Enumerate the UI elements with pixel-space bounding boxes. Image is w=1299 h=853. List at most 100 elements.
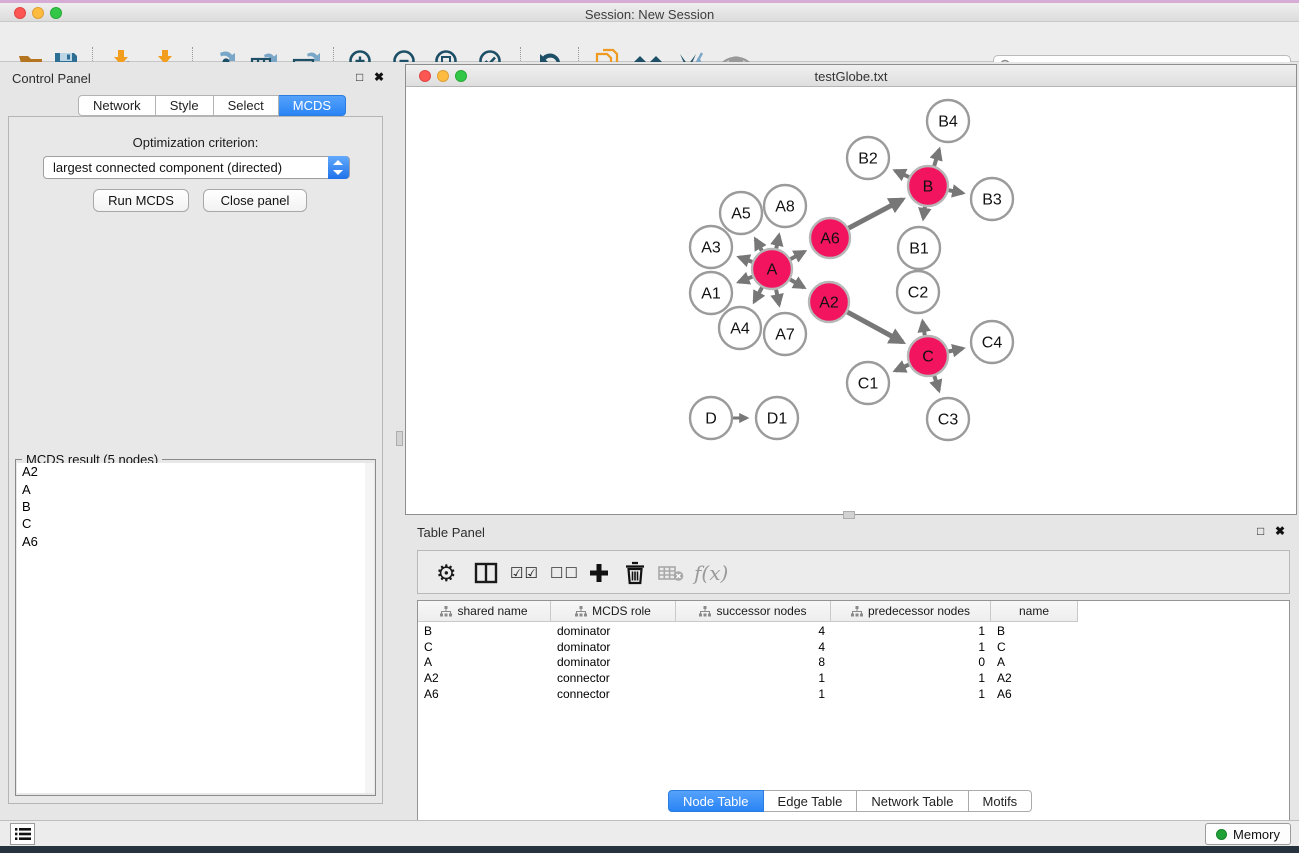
graph-node-B1[interactable]: B1 [898, 227, 940, 269]
tab-style[interactable]: Style [156, 95, 214, 116]
graph-edge-A-A8[interactable] [776, 235, 779, 248]
vertical-splitter-handle[interactable] [396, 431, 403, 446]
tab-network[interactable]: Network [78, 95, 156, 116]
graph-node-C3[interactable]: C3 [927, 398, 969, 440]
table-cell[interactable]: B [991, 624, 1078, 638]
table-cell[interactable]: B [418, 624, 551, 638]
column-header-successor-nodes[interactable]: successor nodes [676, 601, 831, 622]
table-row[interactable]: A6connector11A6 [418, 686, 1289, 702]
graph-edge-B-B2[interactable] [895, 171, 909, 177]
mcds-result-item[interactable]: B [17, 498, 365, 515]
function-builder-icon[interactable]: f(x) [694, 556, 728, 590]
graph-node-A2[interactable]: A2 [809, 282, 849, 322]
tab-edge-table[interactable]: Edge Table [764, 790, 858, 812]
graph-edge-B-B1[interactable] [923, 207, 925, 219]
run-mcds-button[interactable]: Run MCDS [93, 189, 189, 212]
result-scrollbar[interactable] [365, 463, 374, 793]
memory-button[interactable]: Memory [1205, 823, 1291, 845]
table-cell[interactable]: A2 [991, 671, 1078, 685]
graph-node-C4[interactable]: C4 [971, 321, 1013, 363]
graph-edge-A2-C[interactable] [847, 312, 902, 342]
unselect-all-columns-icon[interactable]: ☐☐ [550, 556, 579, 590]
graph-node-A[interactable]: A [752, 249, 792, 289]
table-panel-float-icon[interactable]: □ [1257, 524, 1264, 538]
delete-table-icon[interactable] [624, 556, 646, 590]
table-row[interactable]: A2connector11A2 [418, 670, 1289, 686]
network-window-titlebar[interactable]: testGlobe.txt [406, 65, 1296, 87]
control-panel-close-icon[interactable]: ✖ [374, 70, 384, 84]
graph-node-C1[interactable]: C1 [847, 362, 889, 404]
table-cell[interactable]: 1 [831, 671, 991, 685]
mcds-result-list[interactable]: A2ABCA6 [17, 463, 366, 793]
add-column-icon[interactable] [588, 556, 610, 590]
graph-edge-B-B4[interactable] [934, 150, 939, 166]
graph-node-D1[interactable]: D1 [756, 397, 798, 439]
table-cell[interactable]: 1 [831, 640, 991, 654]
graph-edge-A-A5[interactable] [756, 239, 762, 250]
tab-mcds[interactable]: MCDS [279, 95, 346, 116]
table-cell[interactable]: 4 [676, 640, 831, 654]
graph-edge-C-C4[interactable] [949, 348, 963, 351]
table-cell[interactable]: C [991, 640, 1078, 654]
table-cell[interactable]: A6 [991, 687, 1078, 701]
graph-edge-C-C3[interactable] [934, 376, 939, 390]
table-body[interactable]: Bdominator41BCdominator41CAdominator80AA… [418, 623, 1289, 702]
table-cell[interactable]: connector [551, 687, 676, 701]
table-cell[interactable]: dominator [551, 640, 676, 654]
table-row[interactable]: Cdominator41C [418, 639, 1289, 655]
mcds-result-item[interactable]: A2 [17, 463, 365, 480]
graph-edge-A-A7[interactable] [776, 290, 779, 305]
graph-node-B3[interactable]: B3 [971, 178, 1013, 220]
task-history-button[interactable] [10, 823, 35, 845]
close-panel-button[interactable]: Close panel [203, 189, 307, 212]
table-cell[interactable]: 4 [676, 624, 831, 638]
table-settings-gear-icon[interactable]: ⚙ [436, 556, 457, 590]
graph-node-A8[interactable]: A8 [764, 185, 806, 227]
graph-edge-A-A1[interactable] [739, 277, 753, 282]
table-row[interactable]: Adominator80A [418, 655, 1289, 671]
graph-node-B2[interactable]: B2 [847, 137, 889, 179]
graph-node-A7[interactable]: A7 [764, 313, 806, 355]
table-cell[interactable]: 1 [676, 671, 831, 685]
select-all-columns-icon[interactable]: ☑☑ [510, 556, 539, 590]
graph-node-C[interactable]: C [908, 336, 948, 376]
table-cell[interactable]: A6 [418, 687, 551, 701]
table-cell[interactable]: dominator [551, 624, 676, 638]
column-header-mcds-role[interactable]: MCDS role [551, 601, 676, 622]
table-cell[interactable]: C [418, 640, 551, 654]
table-cell[interactable]: 1 [831, 687, 991, 701]
graph-node-B[interactable]: B [908, 166, 948, 206]
graph-edge-B-B3[interactable] [949, 190, 963, 193]
graph-node-A3[interactable]: A3 [690, 226, 732, 268]
graph-edge-C-C1[interactable] [895, 365, 908, 371]
column-header-shared-name[interactable]: shared name [418, 601, 551, 622]
table-cell[interactable]: A [991, 655, 1078, 669]
table-cell[interactable]: A [418, 655, 551, 669]
table-cell[interactable]: connector [551, 671, 676, 685]
table-cell[interactable]: A2 [418, 671, 551, 685]
column-header-name[interactable]: name [991, 601, 1078, 622]
table-cell[interactable]: 1 [676, 687, 831, 701]
graph-edge-A-A4[interactable] [754, 287, 762, 301]
graph-node-A4[interactable]: A4 [719, 307, 761, 349]
graph-edge-A-A3[interactable] [739, 257, 752, 262]
tab-node-table[interactable]: Node Table [668, 790, 764, 812]
control-panel-float-icon[interactable]: □ [356, 70, 363, 84]
table-row[interactable]: Bdominator41B [418, 623, 1289, 639]
graph-node-B4[interactable]: B4 [927, 100, 969, 142]
mcds-result-item[interactable]: A [17, 480, 365, 497]
graph-edge-C-C2[interactable] [923, 322, 925, 336]
graph-node-A5[interactable]: A5 [720, 192, 762, 234]
graph-node-D[interactable]: D [690, 397, 732, 439]
table-panel-close-icon[interactable]: ✖ [1275, 524, 1285, 538]
horizontal-splitter-handle[interactable] [843, 511, 855, 519]
graph-node-C2[interactable]: C2 [897, 271, 939, 313]
graph-edge-A-A6[interactable] [791, 252, 805, 259]
table-cell[interactable]: dominator [551, 655, 676, 669]
tab-select[interactable]: Select [214, 95, 279, 116]
delete-column-icon[interactable] [658, 556, 684, 590]
optimization-criterion-select[interactable]: largest connected component (directed) [43, 156, 350, 179]
graph-node-A6[interactable]: A6 [810, 218, 850, 258]
table-cell[interactable]: 1 [831, 624, 991, 638]
graph-edge-A6-B[interactable] [849, 200, 903, 229]
